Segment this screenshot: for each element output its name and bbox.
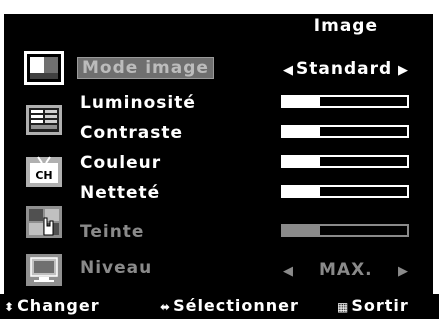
osd-menu: Image CH Mode image ◀ Standard ▶ Luminos… xyxy=(0,0,439,319)
svg-text:CH: CH xyxy=(35,169,52,182)
couleur-label[interactable]: Couleur xyxy=(80,153,161,173)
footer-exit: ▦ Sortir xyxy=(337,296,409,315)
nettete-slider[interactable] xyxy=(281,185,409,198)
contraste-label[interactable]: Contraste xyxy=(80,123,183,143)
footer-select-label: Sélectionner xyxy=(173,296,299,315)
picture-icon[interactable] xyxy=(22,50,66,86)
contraste-slider[interactable] xyxy=(281,125,409,138)
menu-panel: CH Mode image ◀ Standard ▶ Luminosité Co… xyxy=(4,38,433,294)
monitor-icon[interactable] xyxy=(22,252,66,288)
tv-channel-icon[interactable]: CH xyxy=(22,154,66,190)
luminosite-slider-fill xyxy=(283,97,321,106)
nettete-label[interactable]: Netteté xyxy=(80,183,160,203)
nettete-slider-fill xyxy=(283,187,321,196)
teinte-label: Teinte xyxy=(80,222,145,242)
niveau-arrow-right-icon: ▶ xyxy=(398,264,408,279)
niveau-label: Niveau xyxy=(80,258,153,278)
footer-bar: ⬍ Changer ⬌ Sélectionner ▦ Sortir xyxy=(0,294,439,319)
footer-change: ⬍ Changer xyxy=(4,296,100,315)
couleur-slider[interactable] xyxy=(281,155,409,168)
luminosite-label[interactable]: Luminosité xyxy=(80,93,196,113)
up-down-arrows-icon: ⬍ xyxy=(4,300,16,314)
niveau-value: MAX. xyxy=(319,260,373,280)
teinte-slider-fill xyxy=(283,226,321,235)
arrow-left-icon[interactable]: ◀ xyxy=(283,63,293,78)
mode-image-label[interactable]: Mode image xyxy=(77,57,214,79)
couleur-slider-fill xyxy=(283,157,321,166)
arrow-right-icon[interactable]: ▶ xyxy=(398,63,408,78)
title-bar: Image xyxy=(4,14,433,38)
teinte-slider xyxy=(281,224,409,237)
luminosite-slider[interactable] xyxy=(281,95,409,108)
footer-exit-label: Sortir xyxy=(351,296,409,315)
hand-setup-icon[interactable] xyxy=(22,204,66,240)
contraste-slider-fill xyxy=(283,127,321,136)
footer-select: ⬌ Sélectionner xyxy=(160,296,299,315)
niveau-arrow-left-icon: ◀ xyxy=(283,264,293,279)
footer-change-label: Changer xyxy=(17,296,100,315)
brightness-icon[interactable] xyxy=(22,102,66,138)
menu-title: Image xyxy=(313,16,378,36)
mode-image-value[interactable]: Standard xyxy=(296,59,392,79)
left-right-arrows-icon: ⬌ xyxy=(160,300,172,314)
menu-grid-icon: ▦ xyxy=(337,300,350,314)
